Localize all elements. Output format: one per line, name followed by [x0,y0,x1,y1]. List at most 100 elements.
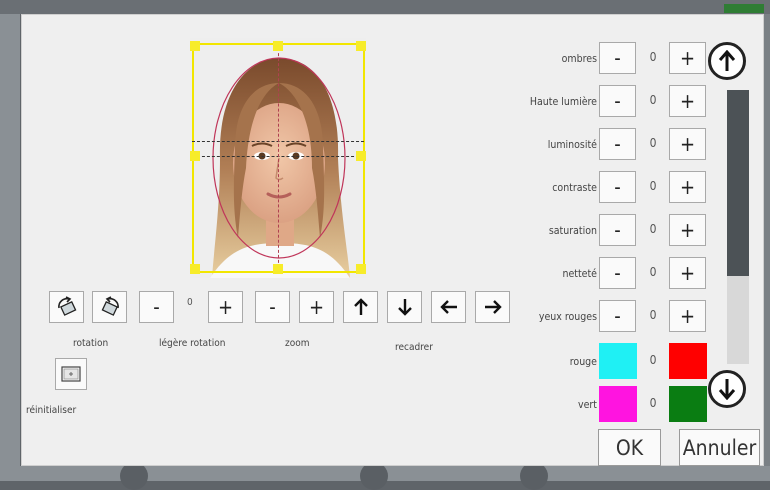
adjustment-plus-button[interactable]: + [669,171,706,203]
crop-label: recadrer [395,342,433,353]
crop-handle[interactable] [273,41,283,51]
plus-label: + [679,46,696,70]
crop-left-button[interactable] [431,291,466,323]
arrow-down-icon [397,299,412,316]
minus-label: - [269,295,276,319]
plus-label: + [679,175,696,199]
adjustment-value: 0 [649,136,657,150]
background-green-button [724,4,764,13]
zoom-in-button[interactable]: + [299,291,334,323]
adjustment-label: netteté [562,268,597,280]
arrow-down-icon [718,379,736,400]
crop-handle[interactable] [356,151,366,161]
arrow-up-icon [718,50,736,71]
minus-label: - [614,261,621,285]
adjustment-plus-button[interactable]: + [669,85,706,117]
color-minus-swatch-button[interactable] [599,386,637,422]
crop-handle[interactable] [356,264,366,274]
background-left-strip [0,14,20,481]
adjustment-minus-button[interactable]: - [599,257,636,289]
cancel-button[interactable]: Annuler [679,429,760,466]
adjustment-minus-button[interactable]: - [599,42,636,74]
adjustment-value: 0 [649,50,657,64]
adjustment-plus-button[interactable]: + [669,42,706,74]
crop-handle[interactable] [356,41,366,51]
adjustment-value: 0 [649,308,657,322]
adjustment-minus-button[interactable]: - [599,214,636,246]
rotate-right-icon [101,296,119,316]
adjustment-value: 0 [649,265,657,279]
minus-label: - [614,304,621,328]
plus-label: + [679,304,696,328]
rotate-right-button[interactable] [92,291,127,323]
scroll-up-button[interactable] [708,42,746,80]
slight-rotation-value: 0 [187,297,193,308]
rotate-left-icon [57,296,76,316]
adjustment-minus-button[interactable]: - [599,128,636,160]
arrow-up-icon [353,298,368,315]
plus-label: + [679,132,696,156]
adjustment-label: yeux rouges [538,311,597,323]
color-minus-swatch-button[interactable] [599,343,637,379]
adjustment-value: 0 [649,93,657,107]
color-adjustment-label: rouge [569,356,597,368]
background-topbar [0,0,770,14]
crop-handle[interactable] [190,41,200,51]
crop-up-button[interactable] [343,291,378,323]
background-circle [120,462,148,490]
adjustment-label: Haute lumière [529,96,597,108]
background-circle [520,462,548,490]
adjustment-minus-button[interactable]: - [599,300,636,332]
reset-frame-icon [61,366,81,382]
background-right-strip [764,14,770,481]
adjustment-minus-button[interactable]: - [599,171,636,203]
slight-rotation-plus-button[interactable]: + [208,291,243,323]
background-circle [360,462,388,490]
minus-label: - [614,46,621,70]
reset-label: réinitialiser [26,405,77,416]
reset-button[interactable] [55,358,87,390]
crop-down-button[interactable] [387,291,422,323]
zoom-out-button[interactable]: - [255,291,290,323]
plus-label: + [679,218,696,242]
photo-preview[interactable] [190,38,366,278]
crop-handle[interactable] [190,264,200,274]
minus-label: - [614,218,621,242]
adjustment-label: contraste [552,182,597,194]
adjustment-value: 0 [649,179,657,193]
slight-rotation-label: légère rotation [159,338,226,349]
color-plus-swatch-button[interactable] [669,343,707,379]
minus-label: - [614,175,621,199]
plus-label: + [679,261,696,285]
crop-handle[interactable] [190,151,200,161]
slight-rotation-minus-button[interactable]: - [139,291,174,323]
rotation-label: rotation [73,338,109,349]
minus-label: - [614,132,621,156]
plus-label: + [217,295,234,319]
adjustment-plus-button[interactable]: + [669,214,706,246]
adjustment-plus-button[interactable]: + [669,300,706,332]
adjustment-value: 0 [649,222,657,236]
color-adjustment-value: 0 [649,353,657,367]
adjustment-label: saturation [548,225,597,237]
photo-editor-dialog: rotation - 0 + légère rotation - + zoom … [21,14,764,466]
plus-label: + [679,89,696,113]
color-adjustment-label: vert [578,399,597,411]
adjustment-plus-button[interactable]: + [669,257,706,289]
center-guide-line [278,43,279,273]
scroll-down-button[interactable] [708,370,746,408]
color-adjustment-value: 0 [649,396,657,410]
adjustment-minus-button[interactable]: - [599,85,636,117]
plus-label: + [308,295,325,319]
adjustment-plus-button[interactable]: + [669,128,706,160]
arrow-left-icon [439,300,457,314]
color-plus-swatch-button[interactable] [669,386,707,422]
rotate-left-button[interactable] [49,291,84,323]
adjustment-label: luminosité [547,139,597,151]
zoom-label: zoom [285,338,310,349]
scrollbar-thumb[interactable] [727,90,749,276]
crop-handle[interactable] [273,264,283,274]
adjustment-label: ombres [561,53,597,65]
ok-button[interactable]: OK [598,429,661,466]
minus-label: - [153,295,160,319]
